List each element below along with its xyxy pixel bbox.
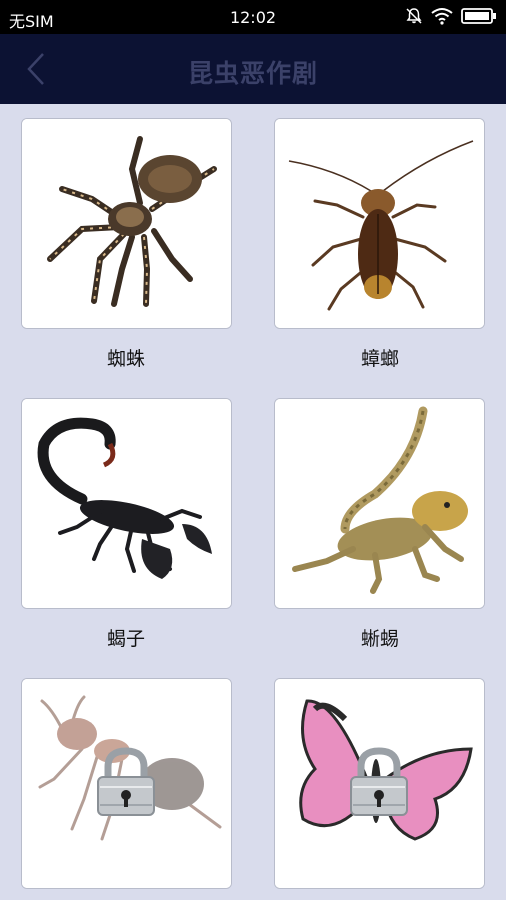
insect-card-scorpion[interactable]	[21, 398, 232, 609]
page-title: 昆虫恶作剧	[187, 59, 318, 88]
wifi-icon	[431, 8, 453, 25]
insect-grid: 蜘蛛 蟑螂 蝎子 蜥蜴	[0, 104, 506, 900]
lizard-image	[275, 399, 484, 608]
status-icons	[405, 7, 497, 25]
insect-card-cockroach[interactable]	[274, 118, 485, 329]
insect-label-cockroach: 蟑螂	[360, 348, 399, 370]
insect-card-lizard[interactable]	[274, 398, 485, 609]
insect-label-lizard: 蜥蜴	[360, 628, 399, 650]
lock-icon	[350, 747, 408, 816]
app-header: 昆虫恶作剧	[0, 34, 506, 104]
spider-image	[22, 119, 231, 328]
insect-label-spider: 蜘蛛	[106, 348, 145, 370]
insect-card-ant-locked[interactable]	[21, 678, 232, 889]
bell-muted-icon	[406, 8, 422, 24]
scorpion-image	[22, 399, 231, 608]
status-bar: 无SIM 12:02	[0, 0, 506, 34]
insect-label-scorpion: 蝎子	[106, 628, 145, 650]
insect-card-butterfly-locked[interactable]	[274, 678, 485, 889]
battery-icon	[461, 8, 496, 24]
cockroach-image	[275, 119, 484, 328]
lock-icon	[97, 747, 155, 816]
insect-card-spider[interactable]	[21, 118, 232, 329]
